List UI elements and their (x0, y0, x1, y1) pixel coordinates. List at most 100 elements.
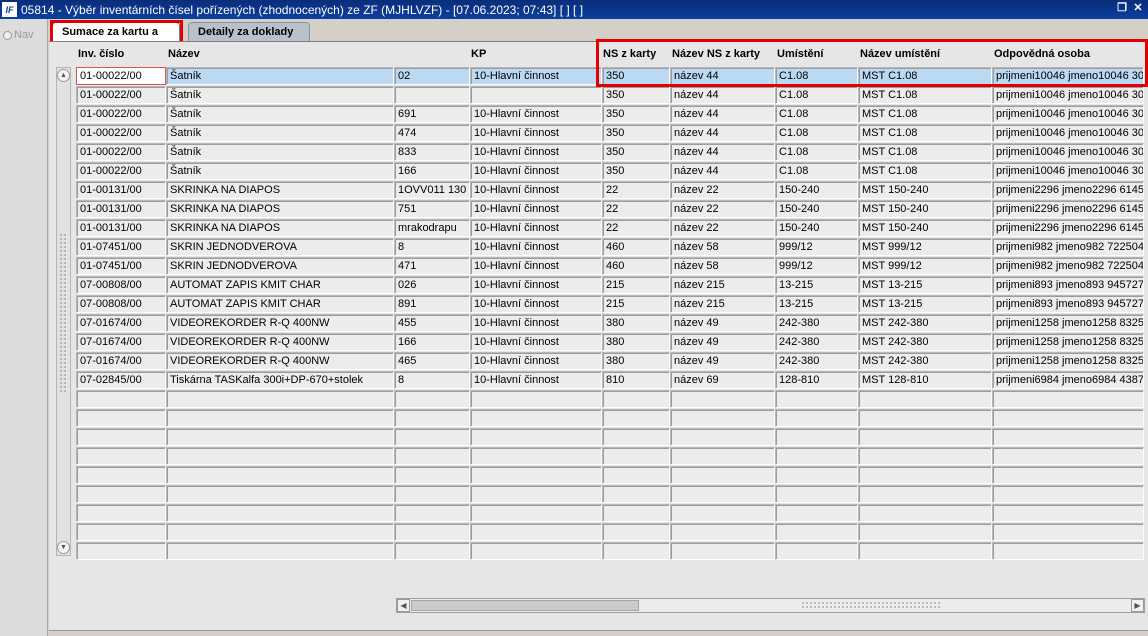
cell-odpovedna-osoba[interactable]: prijmeni2296 jmeno2296 61456 (992, 200, 1144, 218)
cell-inv-cislo[interactable] (76, 447, 166, 465)
cell-kp-text[interactable]: 10-Hlavní činnost (470, 67, 602, 85)
cell-nazev-umisteni[interactable]: MST C1.08 (858, 105, 992, 123)
cell-umisteni[interactable] (775, 466, 858, 484)
cell-inv-cislo[interactable]: 01-07451/00 (76, 238, 166, 256)
cell-nazev-ns[interactable]: název 69 (670, 371, 775, 389)
cell-nazev-umisteni[interactable]: MST 150-240 (858, 219, 992, 237)
cell-odpovedna-osoba[interactable]: prijmeni10046 jmeno10046 308 (992, 124, 1144, 142)
cell-nazev[interactable] (166, 466, 394, 484)
cell-nazev-umisteni[interactable]: MST C1.08 (858, 67, 992, 85)
cell-kp-text[interactable]: 10-Hlavní činnost (470, 238, 602, 256)
cell-ns-z-karty[interactable]: 380 (602, 333, 670, 351)
cell-inv-cislo[interactable]: 01-00022/00 (76, 105, 166, 123)
cell-kp-text[interactable]: 10-Hlavní činnost (470, 295, 602, 313)
cell-nazev[interactable]: AUTOMAT ZAPIS KMIT CHAR (166, 276, 394, 294)
cell-kp[interactable]: 833 (394, 143, 470, 161)
table-row[interactable] (76, 409, 1148, 427)
cell-umisteni[interactable]: 150-240 (775, 200, 858, 218)
cell-umisteni[interactable]: 999/12 (775, 238, 858, 256)
cell-nazev-ns[interactable] (670, 409, 775, 427)
scroll-down-icon[interactable]: ▼ (57, 541, 70, 554)
cell-kp[interactable] (394, 466, 470, 484)
cell-ns-z-karty[interactable]: 380 (602, 352, 670, 370)
cell-odpovedna-osoba[interactable]: prijmeni10046 jmeno10046 308 (992, 143, 1144, 161)
cell-umisteni[interactable]: 999/12 (775, 257, 858, 275)
table-row[interactable]: 01-07451/00 SKRIN JEDNODVEROVA 471 10-Hlavn… (76, 257, 1148, 275)
cell-odpovedna-osoba[interactable]: prijmeni2296 jmeno2296 61456 (992, 219, 1144, 237)
cell-ns-z-karty[interactable]: 810 (602, 371, 670, 389)
cell-kp-text[interactable]: 10-Hlavní činnost (470, 219, 602, 237)
cell-kp-text[interactable]: 10-Hlavní činnost (470, 124, 602, 142)
table-row[interactable] (76, 504, 1148, 522)
cell-nazev-umisteni[interactable] (858, 542, 992, 560)
cell-odpovedna-osoba[interactable]: prijmeni1258 jmeno1258 83254 (992, 333, 1144, 351)
cell-umisteni[interactable]: C1.08 (775, 86, 858, 104)
cell-nazev-ns[interactable]: název 44 (670, 105, 775, 123)
cell-nazev-umisteni[interactable]: MST C1.08 (858, 86, 992, 104)
column-header-nazev[interactable]: Název (168, 48, 200, 60)
cell-kp-text[interactable]: 10-Hlavní činnost (470, 162, 602, 180)
table-row[interactable] (76, 466, 1148, 484)
table-row[interactable]: 01-00022/00 Šatník 691 10-Hlavní činnost 350… (76, 105, 1148, 123)
cell-inv-cislo[interactable] (76, 390, 166, 408)
cell-odpovedna-osoba[interactable]: prijmeni893 jmeno893 9457277 (992, 276, 1144, 294)
cell-inv-cislo[interactable]: 07-00808/00 (76, 276, 166, 294)
scroll-right-icon[interactable]: ▶ (1131, 599, 1144, 612)
cell-kp[interactable]: 751 (394, 200, 470, 218)
table-row[interactable]: 07-01674/00 VIDEOREKORDER R-Q 400NW 455 10-… (76, 314, 1148, 332)
cell-nazev-ns[interactable]: název 22 (670, 181, 775, 199)
cell-odpovedna-osoba[interactable]: prijmeni6984 jmeno6984 43878 (992, 371, 1144, 389)
table-row[interactable] (76, 447, 1148, 465)
cell-nazev-ns[interactable]: název 215 (670, 295, 775, 313)
table-row[interactable]: 07-01674/00 VIDEOREKORDER R-Q 400NW 166 10-… (76, 333, 1148, 351)
cell-nazev-umisteni[interactable]: MST 999/12 (858, 257, 992, 275)
cell-kp[interactable]: 471 (394, 257, 470, 275)
cell-nazev[interactable] (166, 542, 394, 560)
cell-nazev[interactable]: SKRINKA NA DIAPOS (166, 200, 394, 218)
cell-nazev[interactable]: SKRINKA NA DIAPOS (166, 219, 394, 237)
cell-kp-text[interactable] (470, 390, 602, 408)
cell-umisteni[interactable]: 242-380 (775, 333, 858, 351)
cell-kp[interactable]: 465 (394, 352, 470, 370)
cell-nazev-umisteni[interactable]: MST 999/12 (858, 238, 992, 256)
cell-ns-z-karty[interactable]: 380 (602, 314, 670, 332)
cell-nazev-ns[interactable]: název 58 (670, 238, 775, 256)
cell-kp-text[interactable]: 10-Hlavní činnost (470, 314, 602, 332)
cell-odpovedna-osoba[interactable] (992, 409, 1144, 427)
cell-kp[interactable]: 026 (394, 276, 470, 294)
cell-nazev-umisteni[interactable] (858, 466, 992, 484)
cell-kp[interactable]: 1OVV011 130 (394, 181, 470, 199)
cell-ns-z-karty[interactable]: 350 (602, 143, 670, 161)
cell-kp-text[interactable]: 10-Hlavní činnost (470, 181, 602, 199)
close-icon[interactable]: ✕ (1131, 1, 1145, 16)
cell-ns-z-karty[interactable]: 22 (602, 181, 670, 199)
cell-kp-text[interactable]: 10-Hlavní činnost (470, 352, 602, 370)
cell-ns-z-karty[interactable]: 460 (602, 257, 670, 275)
cell-kp-text[interactable] (470, 447, 602, 465)
cell-inv-cislo[interactable]: 01-00022/00 (76, 162, 166, 180)
cell-nazev-umisteni[interactable] (858, 428, 992, 446)
cell-nazev[interactable]: Tiskárna TASKalfa 300i+DP-670+stolek (166, 371, 394, 389)
cell-ns-z-karty[interactable] (602, 447, 670, 465)
cell-nazev-umisteni[interactable] (858, 447, 992, 465)
cell-kp-text[interactable]: 10-Hlavní činnost (470, 200, 602, 218)
cell-kp-text[interactable] (470, 86, 602, 104)
cell-kp-text[interactable] (470, 466, 602, 484)
column-header-inv-cislo[interactable]: Inv. číslo (78, 48, 124, 60)
cell-nazev-umisteni[interactable] (858, 485, 992, 503)
table-row[interactable]: 07-00808/00 AUTOMAT ZAPIS KMIT CHAR 026 10-… (76, 276, 1148, 294)
cell-odpovedna-osoba[interactable]: prijmeni1258 jmeno1258 83254 (992, 314, 1144, 332)
cell-nazev[interactable]: Šatník (166, 105, 394, 123)
cell-ns-z-karty[interactable] (602, 523, 670, 541)
cell-nazev-ns[interactable]: název 22 (670, 200, 775, 218)
cell-umisteni[interactable] (775, 428, 858, 446)
cell-kp[interactable] (394, 542, 470, 560)
cell-nazev-umisteni[interactable]: MST 150-240 (858, 200, 992, 218)
table-row[interactable]: 01-00022/00 Šatník 833 10-Hlavní činnost 350… (76, 143, 1148, 161)
cell-odpovedna-osoba[interactable]: prijmeni10046 jmeno10046 308 (992, 162, 1144, 180)
cell-nazev[interactable] (166, 447, 394, 465)
cell-kp[interactable]: mrakodrapu (394, 219, 470, 237)
cell-inv-cislo[interactable]: 01-00022/00 (76, 67, 166, 85)
column-header-kp[interactable]: KP (471, 48, 486, 60)
cell-nazev-ns[interactable] (670, 428, 775, 446)
